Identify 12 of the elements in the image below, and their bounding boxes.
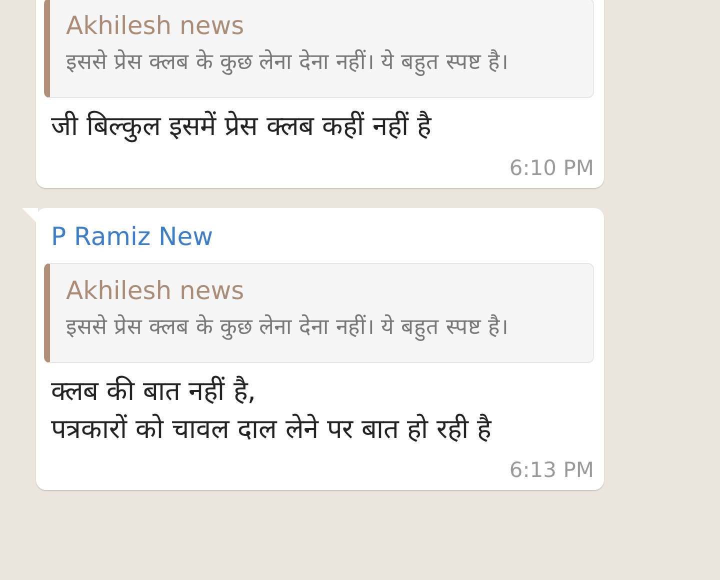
message-time: 6:13 PM (509, 458, 594, 482)
message-time: 6:10 PM (509, 156, 594, 180)
quote-author: Akhilesh news (66, 11, 246, 40)
sender-name: P Ramiz New (50, 220, 214, 253)
quote-author: Akhilesh news (66, 276, 246, 305)
message-text: जी बिल्कुल इसमें प्रेस क्लब कहीं नहीं है (51, 110, 433, 144)
quoted-message[interactable]: Akhilesh news इससे प्रेस क्लब के कुछ लेना देना नहीं। ये बहुत स्पष्ट है। (44, 0, 594, 98)
quote-text: इससे प्रेस क्लब के कुछ लेना देना नहीं। ये बहुत स्पष्ट है। (66, 48, 509, 78)
message-text: पत्रकारों को चावल दाल लेने पर बात हो रही है (51, 412, 493, 447)
message-text: क्लब की बात नहीं है, (51, 374, 257, 409)
quote-text: इससे प्रेस क्लब के कुछ लेना देना नहीं। ये बहुत स्पष्ट है। (66, 313, 509, 343)
quoted-message[interactable]: Akhilesh news इससे प्रेस क्लब के कुछ लेना देना नहीं। ये बहुत स्पष्ट है। (44, 262, 594, 363)
